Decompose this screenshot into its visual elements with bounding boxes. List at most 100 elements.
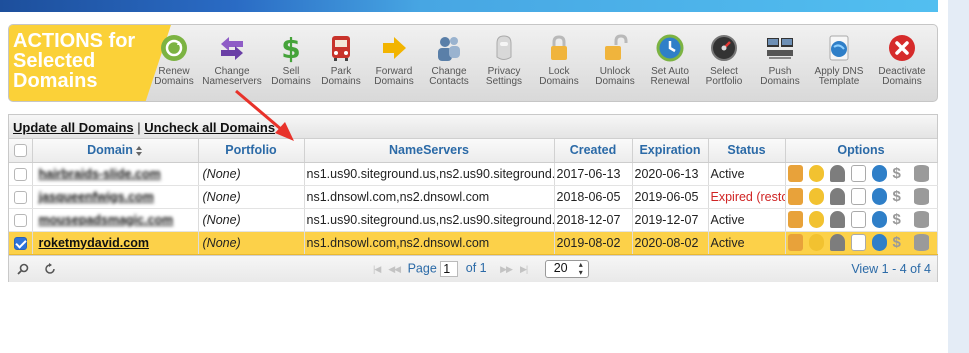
row-checkbox[interactable] xyxy=(13,167,27,181)
links-separator: | xyxy=(137,120,141,135)
deactivate-domains-label: Deactivate Domains xyxy=(878,66,926,87)
sort-icon xyxy=(135,145,143,156)
nameservers-column-header[interactable]: NameServers xyxy=(304,139,555,163)
table-row[interactable]: mousepadsmagic.com (None) ns1.us90.siteg… xyxy=(9,208,938,232)
phone-icon[interactable] xyxy=(829,165,845,182)
dns-globe-icon[interactable] xyxy=(871,165,887,182)
sell-dollar-icon[interactable]: $ xyxy=(893,188,908,205)
deactivate-domains-button[interactable]: Deactivate Domains xyxy=(871,33,933,87)
domain-cell: hairbraids-slide.com xyxy=(32,162,199,186)
select-portfolio-button[interactable]: Select Portfolio xyxy=(693,33,755,87)
expiration-cell: 2019-12-07 xyxy=(632,208,709,232)
expiration-cell: 2019-06-05 xyxy=(632,185,709,209)
table-row[interactable]: jasqueenfwigs.com (None) ns1.dnsowl.com,… xyxy=(9,185,938,209)
database-icon[interactable] xyxy=(913,211,929,228)
status-cell: Active xyxy=(708,231,786,255)
page-label: Page xyxy=(407,260,437,275)
sell-dollar-icon[interactable]: $ xyxy=(893,165,908,182)
created-cell: 2017-06-13 xyxy=(554,162,633,186)
privacy-settings-label: Privacy Settings xyxy=(485,66,523,87)
portfolio-column-header[interactable]: Portfolio xyxy=(198,139,305,163)
forward-domains-button[interactable]: Forward Domains xyxy=(363,33,425,87)
lock-icon[interactable] xyxy=(787,234,803,251)
select-all-checkbox[interactable] xyxy=(13,144,27,158)
view-records-text: View 1 - 4 of 4 xyxy=(851,261,931,276)
sell-dollar-icon[interactable]: $ xyxy=(893,234,908,251)
lock-icon[interactable] xyxy=(787,211,803,228)
domain-link[interactable]: mousepadsmagic.com xyxy=(35,213,174,227)
contact-icon[interactable] xyxy=(808,211,824,228)
row-checkbox[interactable] xyxy=(13,236,27,250)
domain-link[interactable]: roketmydavid.com xyxy=(35,236,149,250)
deactivate-x-icon xyxy=(889,35,915,61)
search-icon[interactable] xyxy=(17,263,29,275)
push-domains-button[interactable]: Push Domains xyxy=(749,33,811,87)
lock-icon[interactable] xyxy=(787,188,803,205)
domains-grid: Update all Domains | Uncheck all Domains… xyxy=(8,114,938,282)
page-number-input[interactable]: 1 xyxy=(440,260,459,277)
domain-link[interactable]: jasqueenfwigs.com xyxy=(35,190,154,204)
contact-icon[interactable] xyxy=(808,188,824,205)
email-icon[interactable] xyxy=(850,211,866,228)
phone-icon[interactable] xyxy=(829,234,845,251)
dns-globe-icon[interactable] xyxy=(871,234,887,251)
email-icon[interactable] xyxy=(850,234,866,251)
prev-page-icon[interactable]: ◀◀ xyxy=(388,264,401,274)
phone-icon[interactable] xyxy=(829,188,845,205)
sell-dollar-icon[interactable]: $ xyxy=(893,211,908,228)
next-page-icon[interactable]: ▶▶ xyxy=(500,264,513,274)
status-column-header[interactable]: Status xyxy=(708,139,786,163)
row-checkbox[interactable] xyxy=(13,190,27,204)
database-icon[interactable] xyxy=(913,188,929,205)
change-contacts-button[interactable]: Change Contacts xyxy=(418,33,480,87)
lock-icon[interactable] xyxy=(787,165,803,182)
table-row[interactable]: hairbraids-slide.com (None) ns1.us90.sit… xyxy=(9,162,938,186)
domains-table: Domain Portfolio NameServers Created Exp… xyxy=(9,139,938,255)
contact-icon[interactable] xyxy=(808,234,824,251)
created-cell: 2018-06-05 xyxy=(554,185,633,209)
unlock-domains-button[interactable]: Unlock Domains xyxy=(584,33,646,87)
lock-domains-button[interactable]: Lock Domains xyxy=(528,33,590,87)
dns-globe-icon[interactable] xyxy=(871,211,887,228)
update-all-domains-link[interactable]: Update all Domains xyxy=(13,120,134,135)
contact-icon[interactable] xyxy=(808,165,824,182)
renew-domains-button[interactable]: Renew Domains xyxy=(143,33,205,87)
nameservers-cell: ns1.dnsowl.com,ns2.dnsowl.com xyxy=(304,185,555,209)
database-icon[interactable] xyxy=(913,165,929,182)
portfolio-cell: (None) xyxy=(198,162,305,186)
change-nameservers-button[interactable]: Change Nameservers xyxy=(201,33,263,87)
uncheck-all-domains-link[interactable]: Uncheck all Domains xyxy=(144,120,275,135)
push-server-icon xyxy=(767,38,793,59)
domain-link[interactable]: hairbraids-slide.com xyxy=(35,167,161,181)
unlock-icon xyxy=(605,34,628,60)
privacy-settings-button[interactable]: Privacy Settings xyxy=(473,33,535,87)
row-checkbox[interactable] xyxy=(13,213,27,227)
domain-column-header[interactable]: Domain xyxy=(32,139,199,163)
status-cell: Active xyxy=(708,208,786,232)
refresh-icon[interactable] xyxy=(44,263,56,275)
created-column-header[interactable]: Created xyxy=(554,139,633,163)
email-icon[interactable] xyxy=(850,165,866,182)
set-auto-renewal-button[interactable]: Set Auto Renewal xyxy=(639,33,701,87)
page-size-select[interactable]: 20 xyxy=(544,259,589,278)
first-page-icon[interactable]: |◀ xyxy=(373,264,381,274)
table-row[interactable]: roketmydavid.com (None) ns1.dnsowl.com,n… xyxy=(9,231,938,255)
lock-domains-label: Lock Domains xyxy=(539,66,579,87)
grid-pager: |◀ ◀◀ Page 1 of 1 ▶▶ ▶| 20 View 1 - 4 of 4 xyxy=(9,254,937,282)
created-cell: 2019-08-02 xyxy=(554,231,633,255)
row-checkbox-cell xyxy=(9,231,33,255)
table-header-row: Domain Portfolio NameServers Created Exp… xyxy=(9,139,938,163)
email-icon[interactable] xyxy=(850,188,866,205)
row-checkbox-cell xyxy=(9,208,33,232)
phone-icon[interactable] xyxy=(829,211,845,228)
dns-template-icon xyxy=(829,35,849,61)
database-icon[interactable] xyxy=(913,234,929,251)
privacy-icon xyxy=(496,35,512,60)
apply-dns-template-button[interactable]: Apply DNS Template xyxy=(808,33,870,87)
expiration-column-header[interactable]: Expiration xyxy=(632,139,709,163)
row-checkbox-cell xyxy=(9,185,33,209)
domain-cell: roketmydavid.com xyxy=(32,231,199,255)
last-page-icon[interactable]: ▶| xyxy=(520,264,528,274)
nameservers-cell: ns1.dnsowl.com,ns2.dnsowl.com xyxy=(304,231,555,255)
dns-globe-icon[interactable] xyxy=(871,188,887,205)
